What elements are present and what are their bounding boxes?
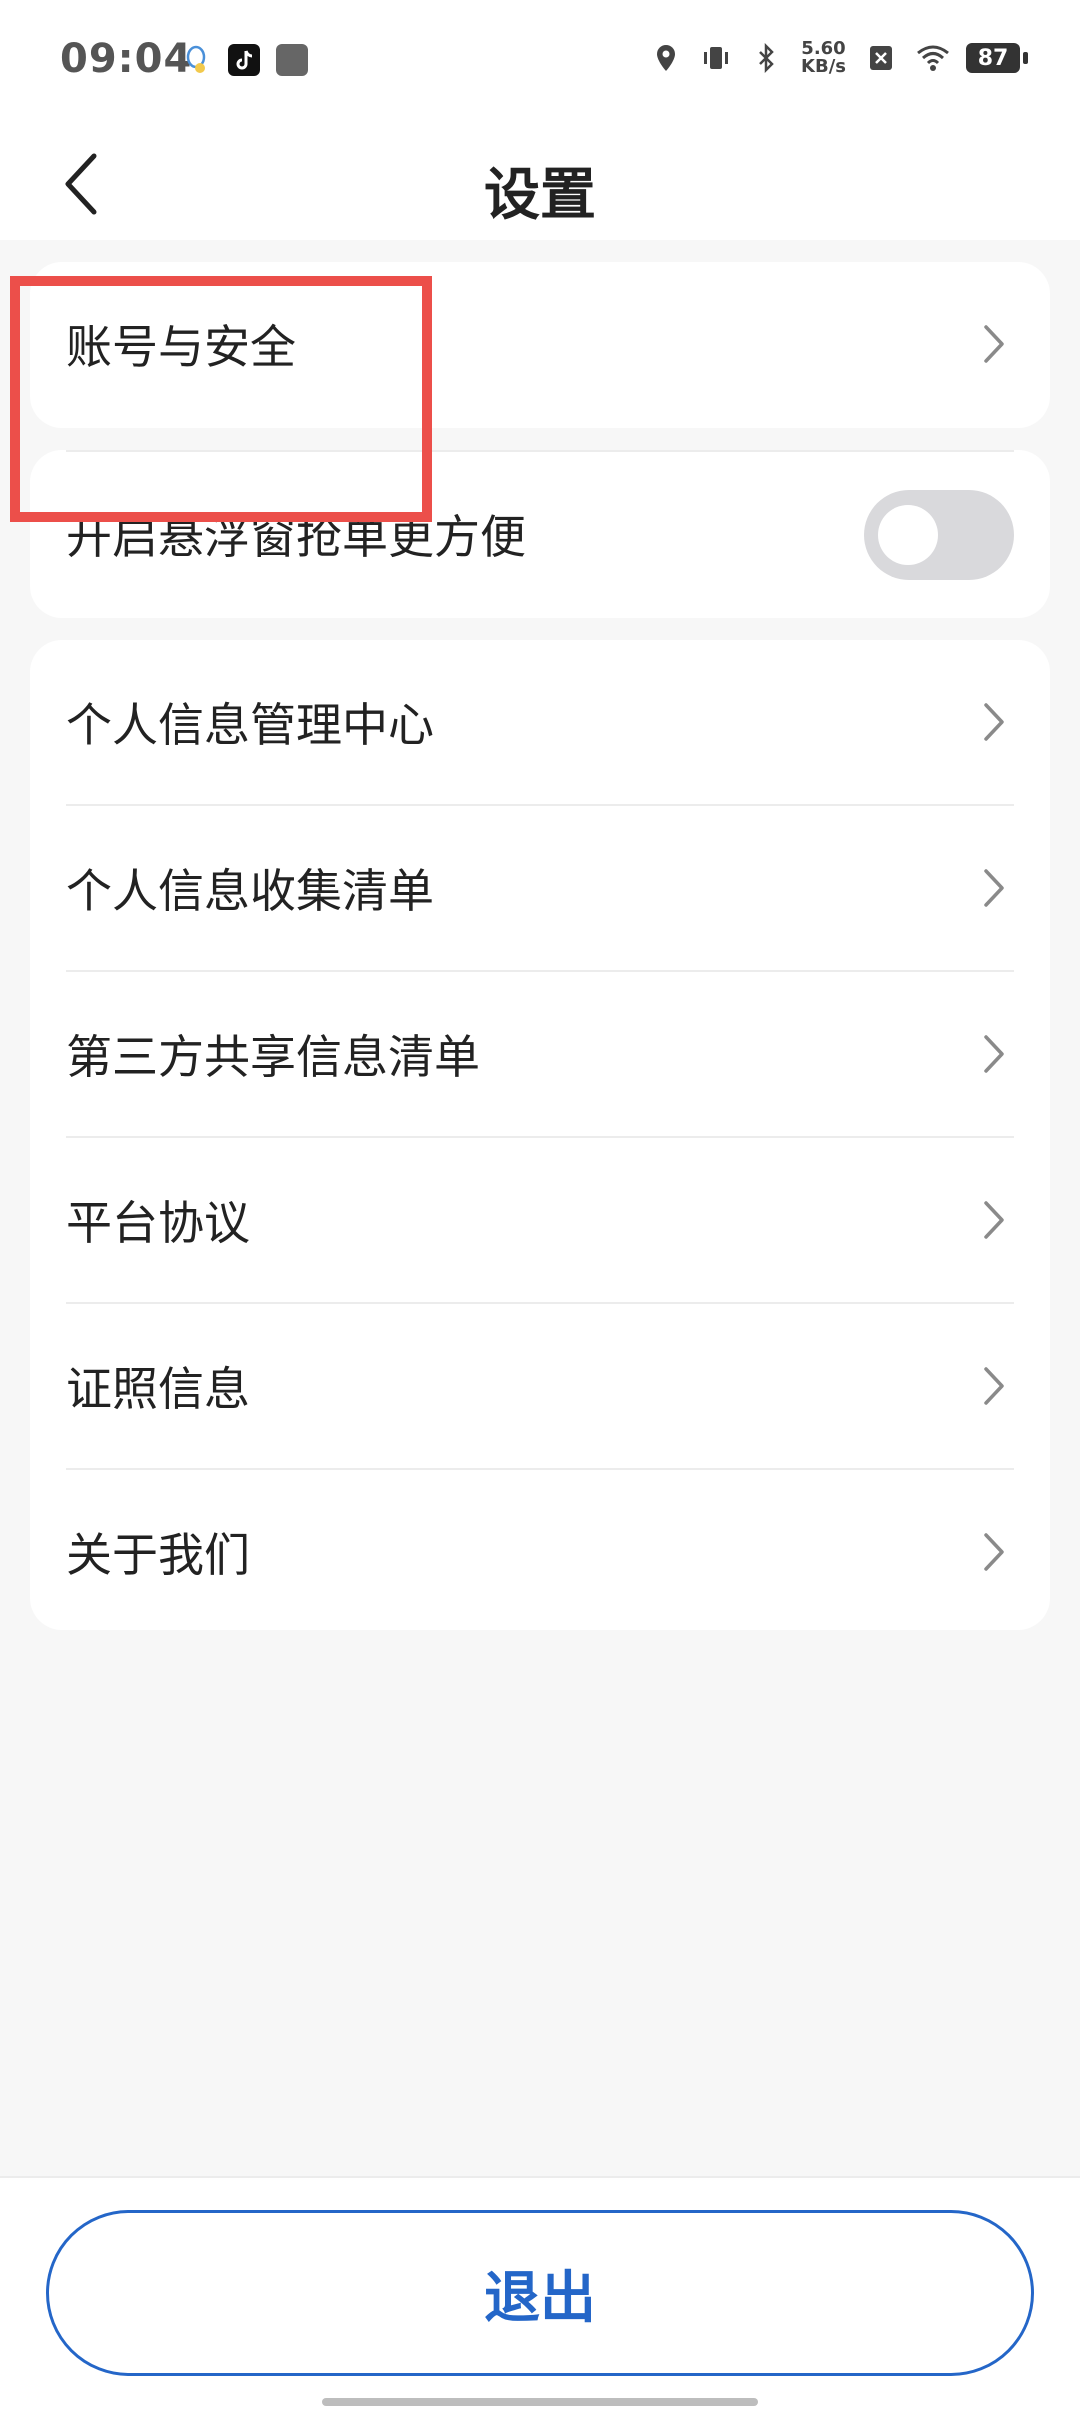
list-item-label: 第三方共享信息清单: [66, 1030, 480, 1084]
chevron-right-icon: [984, 325, 1004, 363]
list-item-personal-info-center[interactable]: 个人信息管理中心: [30, 640, 1050, 804]
no-sim-icon: [866, 43, 896, 73]
page-title: 设置: [484, 163, 596, 228]
account-security-label: 账号与安全: [66, 320, 296, 374]
qq-notification-icon: [180, 44, 212, 76]
wifi-icon: [916, 43, 949, 73]
home-indicator[interactable]: [322, 2398, 758, 2406]
tiktok-notification-icon: [228, 44, 260, 76]
network-speed-unit: KB/s: [801, 56, 846, 77]
status-bar: 09:04 5.60 KB/s 87: [0, 0, 1080, 128]
account-card: 账号与安全: [30, 262, 1050, 428]
list-item-about-us[interactable]: 关于我们: [30, 1470, 1050, 1634]
list-item-personal-info-collection[interactable]: 个人信息收集清单: [30, 806, 1050, 970]
floating-window-row: 开启悬浮窗抢单更方便: [30, 452, 1050, 616]
bottom-bar: 退出: [0, 2176, 1080, 2410]
network-speed: 5.60 KB/s: [801, 40, 846, 76]
notification-icons: [180, 44, 308, 76]
header: 设置: [0, 128, 1080, 240]
floating-window-label: 开启悬浮窗抢单更方便: [66, 510, 526, 564]
chevron-right-icon: [984, 1367, 1004, 1405]
battery-indicator: 87: [966, 43, 1028, 73]
list-item-label: 个人信息收集清单: [66, 864, 434, 918]
list-item-platform-agreement[interactable]: 平台协议: [30, 1138, 1050, 1302]
account-security-row[interactable]: 账号与安全: [30, 262, 1050, 426]
chevron-right-icon: [984, 703, 1004, 741]
list-item-third-party-sharing[interactable]: 第三方共享信息清单: [30, 972, 1050, 1136]
list-item-label: 关于我们: [66, 1528, 250, 1582]
list-item-label: 证照信息: [66, 1362, 250, 1416]
chevron-right-icon: [984, 1201, 1004, 1239]
toggle-knob: [878, 505, 938, 565]
floating-window-card: 开启悬浮窗抢单更方便: [30, 450, 1050, 618]
list-item-label: 个人信息管理中心: [66, 698, 434, 752]
chevron-right-icon: [984, 869, 1004, 907]
logout-button[interactable]: 退出: [46, 2210, 1034, 2376]
chevron-right-icon: [984, 1533, 1004, 1571]
info-list-card: 个人信息管理中心 个人信息收集清单 第三方共享信息清单 平台协议 证照信息 关于…: [30, 640, 1050, 1630]
bluetooth-icon: [751, 42, 781, 74]
system-indicators: 5.60 KB/s 87: [651, 40, 1028, 76]
status-time: 09:04: [60, 36, 193, 82]
floating-window-toggle[interactable]: [864, 490, 1014, 580]
location-icon: [651, 43, 681, 73]
vibrate-icon: [701, 43, 731, 73]
list-item-license-info[interactable]: 证照信息: [30, 1304, 1050, 1468]
vivo-notification-icon: [276, 44, 308, 76]
list-item-label: 平台协议: [66, 1196, 250, 1250]
chevron-right-icon: [984, 1035, 1004, 1073]
